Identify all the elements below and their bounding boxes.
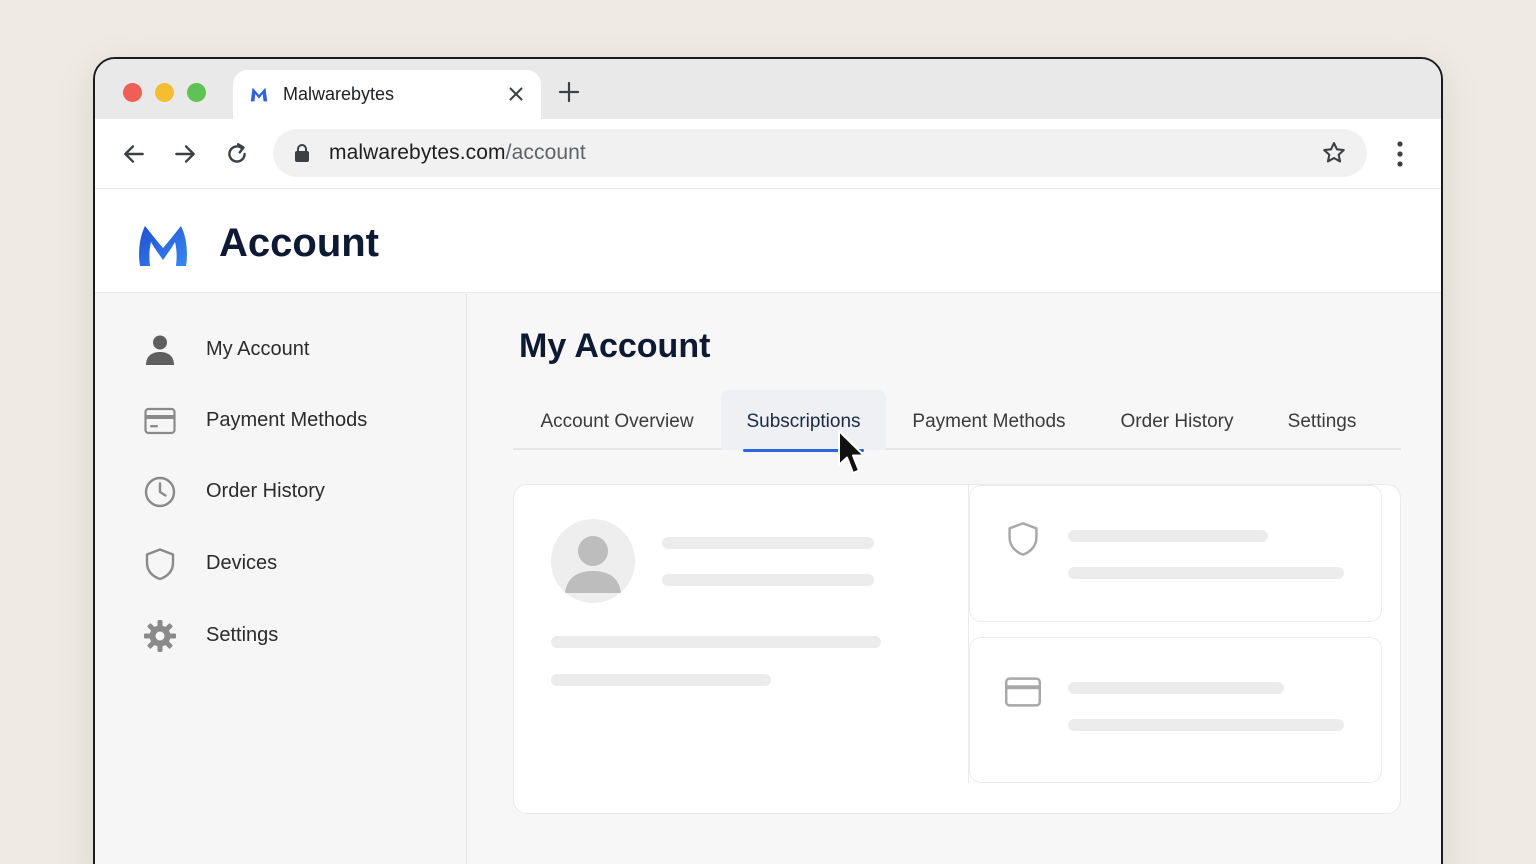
tab-payment-methods[interactable]: Payment Methods xyxy=(886,390,1092,450)
credit-card-icon xyxy=(144,407,176,435)
payment-card xyxy=(969,637,1382,783)
tab-label: Account Overview xyxy=(540,411,694,432)
person-icon xyxy=(565,536,621,593)
malwarebytes-favicon-icon xyxy=(250,87,268,102)
url-host: malwarebytes.com xyxy=(329,141,506,164)
tab-strip: Malwarebytes xyxy=(95,59,1441,120)
page-title: Account xyxy=(219,221,379,265)
tab-account-overview[interactable]: Account Overview xyxy=(513,390,721,450)
sidebar-item-label: Settings xyxy=(206,624,279,646)
bookmark-star-icon[interactable] xyxy=(1321,140,1347,166)
section-title: My Account xyxy=(519,327,711,365)
credit-card-icon xyxy=(1005,677,1041,707)
account-tabs: Account Overview Subscriptions Payment M… xyxy=(513,390,1401,452)
account-page: Account My Account Payment Methods Order… xyxy=(95,189,1441,864)
sidebar-item-label: Order History xyxy=(206,480,325,502)
minimize-window-button[interactable] xyxy=(155,83,174,102)
page-header: Account xyxy=(95,189,1441,293)
shield-icon xyxy=(1008,522,1038,556)
gear-icon xyxy=(144,620,176,652)
browser-toolbar: malwarebytes.com/account xyxy=(95,119,1441,189)
browser-tab[interactable]: Malwarebytes xyxy=(233,70,541,120)
close-tab-icon[interactable] xyxy=(505,83,527,105)
tab-order-history[interactable]: Order History xyxy=(1092,390,1262,450)
shield-icon xyxy=(145,548,175,581)
browser-window: Malwarebytes malwarebytes.com/account Ac… xyxy=(93,57,1443,864)
skeleton-line xyxy=(1068,719,1344,731)
skeleton-line xyxy=(662,574,874,586)
tab-title: Malwarebytes xyxy=(283,84,395,104)
skeleton-line xyxy=(1068,682,1284,694)
tab-label: Order History xyxy=(1120,411,1234,432)
tab-label: Settings xyxy=(1287,411,1357,432)
sidebar: My Account Payment Methods Order History xyxy=(95,294,467,864)
skeleton-line xyxy=(551,674,771,686)
protection-card xyxy=(969,485,1382,622)
skeleton-line xyxy=(551,636,881,648)
sidebar-item-label: Devices xyxy=(206,552,278,574)
maximize-window-button[interactable] xyxy=(187,83,206,102)
skeleton-line xyxy=(1068,567,1344,579)
skeleton-line xyxy=(1068,530,1268,542)
sidebar-item-label: My Account xyxy=(206,338,310,360)
browser-menu-icon[interactable] xyxy=(1388,139,1412,169)
malwarebytes-logo-icon[interactable] xyxy=(136,222,190,270)
skeleton-line xyxy=(662,537,874,549)
sidebar-item-payment-methods[interactable]: Payment Methods xyxy=(95,393,467,449)
sidebar-item-order-history[interactable]: Order History xyxy=(95,464,467,520)
url-path: /account xyxy=(505,141,586,164)
sidebar-item-devices[interactable]: Devices xyxy=(95,536,467,592)
address-bar[interactable]: malwarebytes.com/account xyxy=(273,129,1367,177)
main-content: My Account Account Overview Subscription… xyxy=(468,294,1441,864)
account-overview-card xyxy=(513,484,1401,814)
close-window-button[interactable] xyxy=(123,83,142,102)
back-arrow-icon[interactable] xyxy=(121,141,147,167)
mouse-cursor-icon xyxy=(838,430,865,474)
tab-settings[interactable]: Settings xyxy=(1262,390,1382,450)
reload-icon[interactable] xyxy=(224,141,250,167)
avatar-placeholder xyxy=(551,519,635,603)
sidebar-item-my-account[interactable]: My Account xyxy=(95,322,467,378)
forward-arrow-icon[interactable] xyxy=(172,141,198,167)
new-tab-icon[interactable] xyxy=(557,80,581,104)
sidebar-item-settings[interactable]: Settings xyxy=(95,608,467,664)
tab-label: Payment Methods xyxy=(912,411,1066,432)
clock-icon xyxy=(144,476,176,508)
sidebar-item-label: Payment Methods xyxy=(206,409,368,431)
lock-icon[interactable] xyxy=(293,143,311,163)
person-icon xyxy=(146,335,174,365)
url-text: malwarebytes.com/account xyxy=(329,141,586,165)
